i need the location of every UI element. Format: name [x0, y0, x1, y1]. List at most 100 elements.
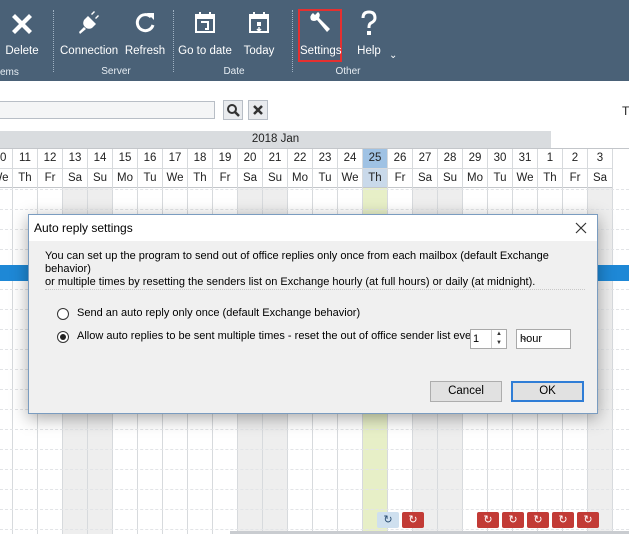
day-cells[interactable] — [0, 188, 12, 534]
month-header-next — [551, 131, 629, 149]
search-input[interactable] — [0, 101, 215, 119]
chevron-down-icon: ⌄ — [520, 332, 529, 343]
day-name: Fr — [563, 169, 587, 188]
day-name: Sa — [588, 169, 612, 188]
day-number: 18 — [188, 149, 212, 169]
connection-button[interactable]: Connection — [60, 8, 118, 64]
ribbon-separator — [292, 10, 293, 72]
stepper-down-icon[interactable]: ▼ — [492, 339, 506, 348]
status-alert-icon[interactable]: ↻ — [552, 512, 574, 528]
day-number: 29 — [463, 149, 487, 169]
day-name: Su — [263, 169, 287, 188]
grid-line — [0, 489, 629, 490]
event-bar[interactable] — [598, 265, 629, 281]
grid-line — [0, 189, 629, 190]
day-number: 21 — [263, 149, 287, 169]
status-alert-icon[interactable]: ↻ — [502, 512, 524, 528]
help-button[interactable]: Help — [352, 8, 386, 64]
day-number: 10 — [0, 149, 12, 169]
go-to-date-label: Go to date — [178, 45, 232, 57]
interval-stepper[interactable]: ▲ ▼ — [470, 329, 507, 349]
day-name: Sa — [238, 169, 262, 188]
radio-circle-selected[interactable] — [57, 331, 69, 343]
ribbon-separator — [53, 10, 54, 72]
dialog-description: You can set up the program to send out o… — [45, 250, 585, 289]
grid-line — [0, 529, 629, 530]
day-number: 3 — [588, 149, 612, 169]
day-number: 28 — [438, 149, 462, 169]
day-name: Th — [188, 169, 212, 188]
clear-search-button[interactable] — [248, 100, 268, 120]
stepper-arrows[interactable]: ▲ ▼ — [491, 330, 506, 348]
day-number: 27 — [413, 149, 437, 169]
day-name: Sa — [63, 169, 87, 188]
dialog-separator — [45, 289, 585, 290]
grid-line — [0, 509, 629, 510]
day-name: Sa — [413, 169, 437, 188]
day-name: We — [513, 169, 537, 188]
day-number: 31 — [513, 149, 537, 169]
search-button[interactable] — [223, 100, 243, 120]
today-button[interactable]: Today — [240, 8, 278, 64]
calendar-today-icon — [249, 12, 269, 33]
stepper-up-icon[interactable]: ▲ — [492, 330, 506, 339]
question-icon — [361, 10, 377, 35]
day-number: 12 — [38, 149, 62, 169]
help-label: Help — [357, 45, 381, 57]
calendar-icon — [195, 12, 215, 33]
go-to-date-button[interactable]: Go to date — [178, 8, 232, 64]
status-alert-icon[interactable]: ↻ — [477, 512, 499, 528]
ribbon-expand-chevron-icon[interactable]: ⌄ — [389, 50, 397, 61]
radio-circle[interactable] — [57, 308, 69, 320]
day-column[interactable]: 10We — [0, 149, 13, 534]
plug-icon — [78, 11, 99, 34]
status-alert-icon[interactable]: ↻ — [402, 512, 424, 528]
magnifier-icon — [227, 104, 240, 117]
grid-line — [0, 429, 629, 430]
description-line-1: You can set up the program to send out o… — [45, 250, 549, 275]
day-number: 22 — [288, 149, 312, 169]
ribbon-separator — [173, 10, 174, 72]
day-name: Mo — [288, 169, 312, 188]
dialog-close-button[interactable] — [571, 218, 591, 238]
day-number: 14 — [88, 149, 112, 169]
delete-label: Delete — [5, 45, 39, 57]
cancel-button[interactable]: Cancel — [430, 381, 502, 402]
day-name: Mo — [463, 169, 487, 188]
day-name: We — [0, 169, 12, 188]
day-name: Th — [538, 169, 562, 188]
status-sync-icon[interactable]: ↻ — [377, 512, 399, 528]
day-number: 2 — [563, 149, 587, 169]
grid-line — [0, 449, 629, 450]
option-multiple-label: Allow auto replies to be sent multiple t… — [77, 330, 481, 342]
delete-button[interactable]: Delete — [4, 8, 40, 64]
group-label-date: Date — [223, 66, 245, 77]
dialog-titlebar: Auto reply settings — [29, 215, 597, 241]
interval-unit-select[interactable]: hour ⌄ — [516, 329, 571, 349]
ok-button[interactable]: OK — [511, 381, 584, 402]
day-name: Su — [438, 169, 462, 188]
event-bar[interactable] — [0, 265, 28, 281]
day-name: We — [163, 169, 187, 188]
day-name: Tu — [488, 169, 512, 188]
day-name: Tu — [313, 169, 337, 188]
day-name: Fr — [38, 169, 62, 188]
status-alert-icon[interactable]: ↻ — [577, 512, 599, 528]
settings-button[interactable]: Settings — [300, 8, 342, 64]
status-alert-icon[interactable]: ↻ — [527, 512, 549, 528]
refresh-button[interactable]: Refresh — [124, 8, 166, 64]
day-name: Fr — [388, 169, 412, 188]
description-line-2: or multiple times by resetting the sende… — [45, 276, 536, 288]
day-name: Mo — [113, 169, 137, 188]
day-name: We — [338, 169, 362, 188]
close-x-icon — [253, 105, 263, 115]
group-label-other: Other — [335, 66, 361, 77]
day-number: 17 — [163, 149, 187, 169]
day-name: Tu — [138, 169, 162, 188]
day-name: Su — [88, 169, 112, 188]
close-x-icon — [12, 14, 32, 34]
grid-line — [0, 469, 629, 470]
settings-label: Settings — [300, 45, 342, 57]
interval-input[interactable] — [473, 331, 491, 347]
day-number: 30 — [488, 149, 512, 169]
